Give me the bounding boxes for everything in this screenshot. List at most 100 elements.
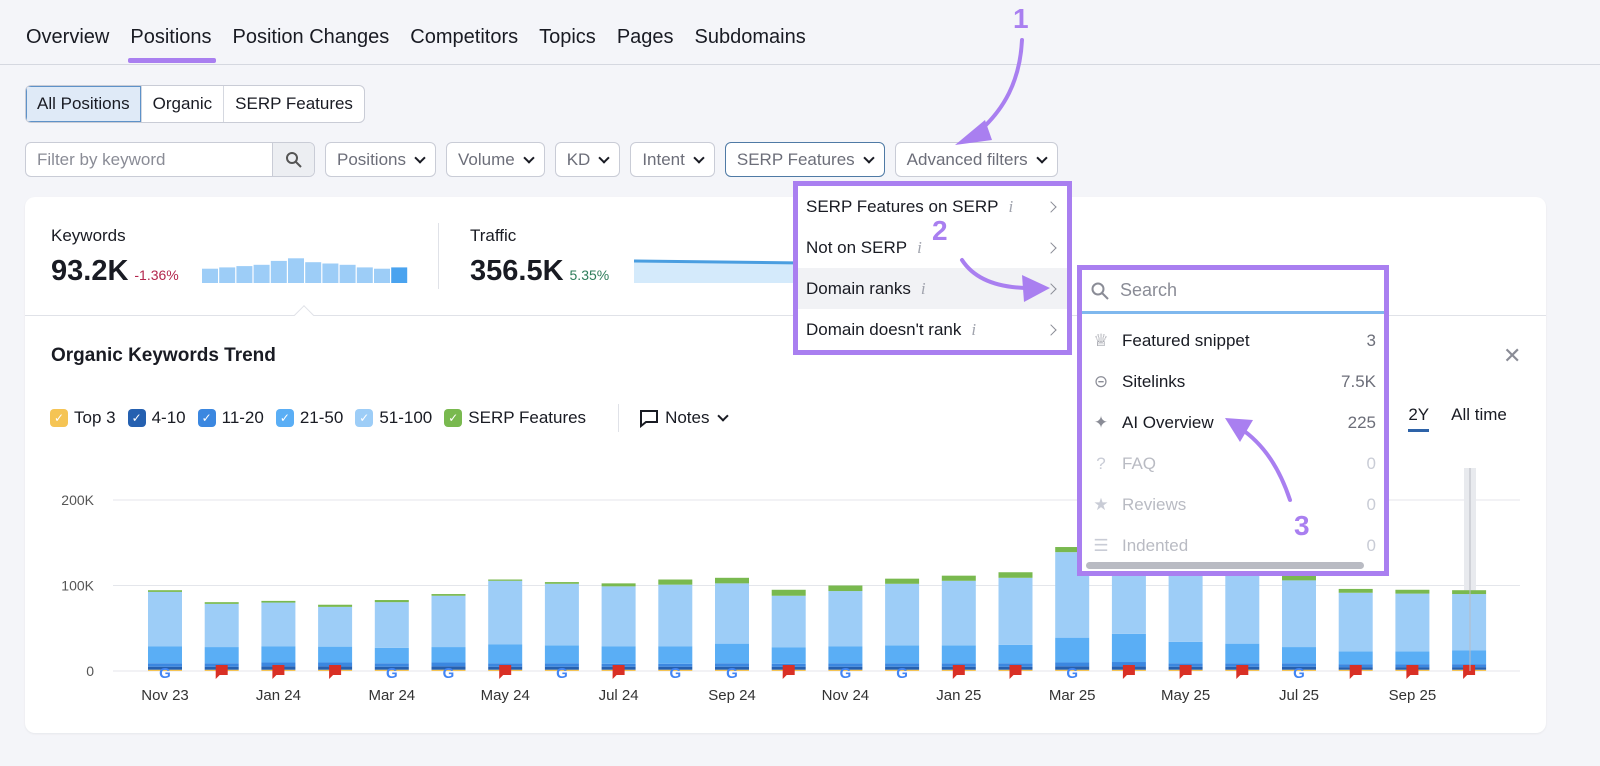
submenu-item-count: 0 xyxy=(1366,494,1376,514)
note-flag-icon xyxy=(612,665,625,679)
note-flag-icon xyxy=(1179,665,1192,679)
star-icon: ★ xyxy=(1093,494,1109,514)
note-flag-icon xyxy=(499,665,512,679)
bar-segment-21-50 xyxy=(1338,651,1373,665)
submenu-item-ai-overview[interactable]: ✦ AI Overview 225 xyxy=(1082,402,1384,443)
chevron-right-icon xyxy=(1045,241,1057,254)
submenu-item-indented[interactable]: ☰ Indented 0 xyxy=(1082,525,1384,566)
bar-segment-serp-features xyxy=(1452,590,1487,595)
submenu-item-sitelinks[interactable]: ⊝ Sitelinks 7.5K xyxy=(1082,361,1384,402)
x-tick-label: Jan 25 xyxy=(936,687,981,704)
bar-segment-21-50 xyxy=(1452,650,1487,665)
info-icon[interactable]: i xyxy=(921,279,926,299)
bar-segment-51-100 xyxy=(1168,570,1203,642)
bar-segment-51-100 xyxy=(1225,575,1260,644)
submenu-search-placeholder: Search xyxy=(1120,280,1178,300)
chevron-right-icon xyxy=(1045,282,1057,295)
bar-segment-serp-features xyxy=(658,579,693,585)
bar-segment-21-50 xyxy=(488,644,523,664)
submenu-item-count: 0 xyxy=(1366,535,1376,555)
bar-segment-51-100 xyxy=(1338,592,1373,652)
submenu-item-label: FAQ xyxy=(1122,453,1157,473)
menu-item-label: Domain doesn't rank xyxy=(806,319,962,339)
info-icon[interactable]: i xyxy=(1008,197,1013,217)
info-icon[interactable]: i xyxy=(971,320,976,340)
submenu-item-count: 7.5K xyxy=(1341,371,1376,391)
x-tick-label: Jul 25 xyxy=(1279,687,1319,704)
y-tick-label: 200K xyxy=(61,492,94,508)
submenu-item-label: AI Overview xyxy=(1122,412,1214,432)
bar-segment-21-50 xyxy=(1168,641,1203,664)
bar-segment-serp-features xyxy=(204,602,239,604)
bar-segment-51-100 xyxy=(941,580,976,646)
note-flag-icon xyxy=(952,665,965,679)
bar-segment-21-50 xyxy=(998,644,1033,664)
note-flag-icon xyxy=(1122,665,1135,679)
google-update-icon: G xyxy=(1066,665,1078,682)
submenu-item-count: 0 xyxy=(1366,453,1376,473)
menu-item-serp-features-on-serp[interactable]: SERP Features on SERP i xyxy=(798,186,1067,227)
submenu-item-label: Sitelinks xyxy=(1122,371,1186,391)
bar-segment-serp-features xyxy=(318,604,353,607)
bar-segment-51-100 xyxy=(261,602,296,647)
bar-segment-21-50 xyxy=(261,646,296,663)
x-tick-label: Sep 24 xyxy=(708,687,756,704)
google-update-icon: G xyxy=(159,665,171,682)
x-tick-label: Sep 25 xyxy=(1389,687,1437,704)
bar-segment-21-50 xyxy=(544,645,579,664)
bar-segment-21-50 xyxy=(601,646,636,664)
question-icon: ? xyxy=(1096,453,1106,473)
bar-segment-21-50 xyxy=(885,645,920,664)
bar-segment-serp-features xyxy=(1395,589,1430,594)
search-icon xyxy=(1091,282,1109,300)
menu-item-label: Domain ranks xyxy=(806,278,911,298)
submenu-item-count: 225 xyxy=(1347,412,1376,432)
submenu-search-input[interactable]: Search xyxy=(1082,270,1384,314)
google-update-icon: G xyxy=(726,665,738,682)
menu-item-domain-doesn-t-rank[interactable]: Domain doesn't rank i xyxy=(798,309,1067,350)
bar-segment-serp-features xyxy=(828,585,863,592)
note-flag-icon xyxy=(1463,665,1476,679)
google-update-icon: G xyxy=(1293,665,1305,682)
menu-item-not-on-serp[interactable]: Not on SERP i xyxy=(798,227,1067,268)
submenu-item-featured-snippet[interactable]: ♕ Featured snippet 3 xyxy=(1082,320,1384,361)
bar-segment-21-50 xyxy=(658,646,693,664)
submenu-item-label: Indented xyxy=(1122,535,1189,555)
bar-segment-serp-features xyxy=(148,590,182,592)
menu-item-label: SERP Features on SERP xyxy=(806,196,999,216)
bar-segment-serp-features xyxy=(715,577,749,584)
x-tick-label: Jul 24 xyxy=(599,687,639,704)
serp-features-menu: SERP Features on SERP i Not on SERP i Domain… xyxy=(793,181,1072,355)
bar-segment-21-50 xyxy=(204,647,239,664)
bar-segment-51-100 xyxy=(828,591,863,647)
bar-segment-21-50 xyxy=(318,646,353,663)
bar-segment-51-100 xyxy=(148,591,182,647)
x-tick-label: May 24 xyxy=(481,687,530,704)
bar-segment-21-50 xyxy=(1395,651,1430,665)
submenu-item-faq[interactable]: ? FAQ 0 xyxy=(1082,443,1384,484)
horizontal-scrollbar[interactable] xyxy=(1086,562,1364,569)
google-update-icon: G xyxy=(443,665,455,682)
info-icon[interactable]: i xyxy=(917,238,922,258)
bar-segment-serp-features xyxy=(885,578,920,584)
domain-ranks-submenu: Search ♕ Featured snippet 3 ⊝ Sitelinks 7.5K ✦… xyxy=(1077,265,1389,576)
google-update-icon: G xyxy=(386,665,398,682)
note-flag-icon xyxy=(1236,665,1249,679)
bar-segment-51-100 xyxy=(1282,580,1316,648)
bar-segment-51-100 xyxy=(544,583,579,646)
google-update-icon: G xyxy=(840,665,852,682)
google-update-icon: G xyxy=(896,665,908,682)
menu-item-label: Not on SERP xyxy=(806,237,908,257)
menu-item-domain-ranks[interactable]: Domain ranks i xyxy=(798,268,1067,309)
bar-segment-serp-features xyxy=(941,575,976,581)
x-tick-label: Mar 24 xyxy=(368,687,415,704)
bar-segment-serp-features xyxy=(431,594,466,596)
submenu-item-reviews[interactable]: ★ Reviews 0 xyxy=(1082,484,1384,525)
bar-segment-51-100 xyxy=(374,602,409,648)
x-tick-label: Jan 24 xyxy=(256,687,301,704)
bar-segment-serp-features xyxy=(771,589,806,596)
bar-segment-51-100 xyxy=(715,583,749,644)
bar-segment-21-50 xyxy=(431,647,466,663)
crown-icon: ♕ xyxy=(1093,330,1109,350)
bar-segment-51-100 xyxy=(1452,594,1487,651)
